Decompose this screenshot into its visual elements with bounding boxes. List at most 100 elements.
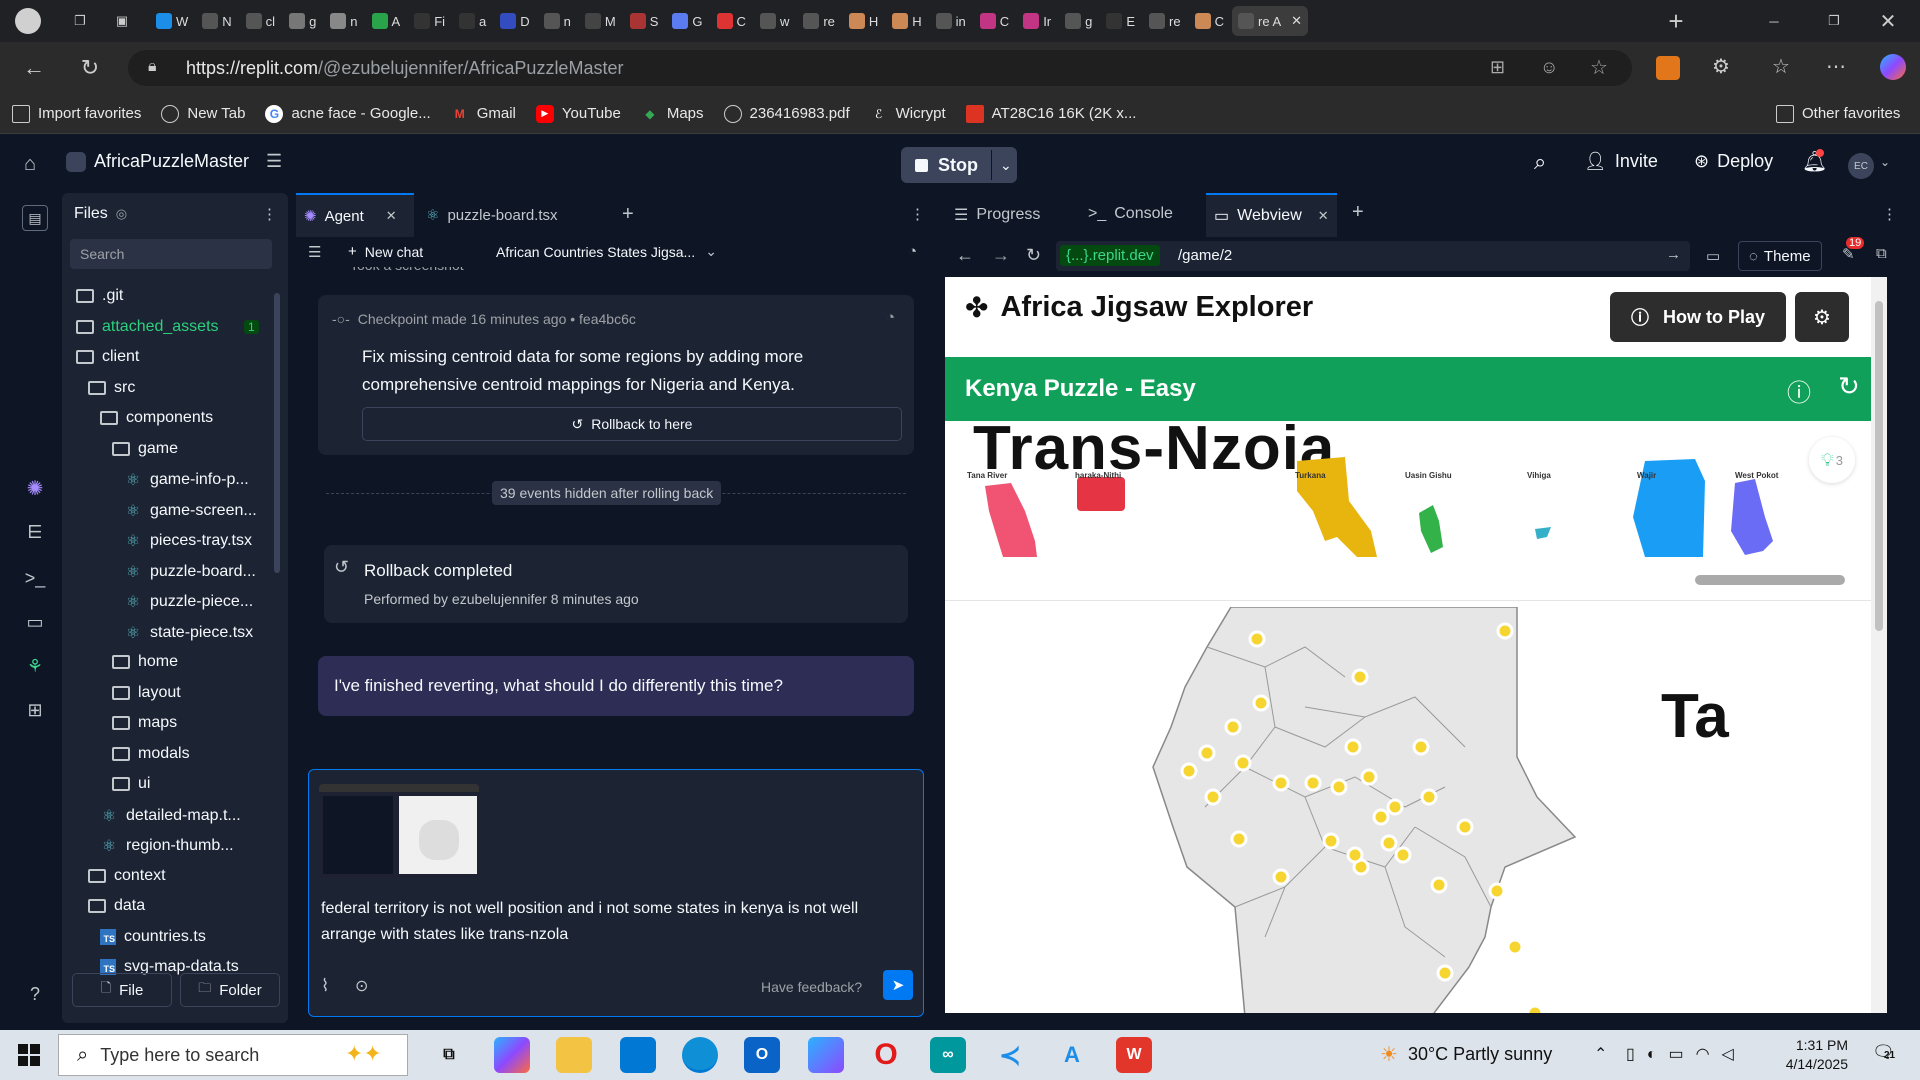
address-bar[interactable]: 🔒︎ https://replit.com/@ezubelujennifer/A… (128, 50, 1632, 86)
device-view-icon[interactable]: ▭ (1706, 247, 1720, 265)
tree-file[interactable]: ⚛ puzzle-piece... (124, 592, 253, 612)
vscode-icon[interactable]: ≺ (992, 1037, 1028, 1073)
usage-gauge-icon[interactable]: ◔ (908, 243, 917, 260)
tab-console[interactable]: >_ Console (1088, 205, 1173, 223)
county-target-dot[interactable] (1394, 846, 1412, 864)
browser-tab[interactable]: C (1189, 6, 1230, 36)
taskbar-clock[interactable]: 1:31 PM 4/14/2025 (1772, 1036, 1848, 1074)
tab-agent[interactable]: ✺ Agent ✕ (296, 193, 414, 237)
rollback-button[interactable]: ↺ Rollback to here (362, 407, 902, 441)
immersive-reader-icon[interactable]: ☺ (1540, 57, 1558, 78)
county-target-dot[interactable] (1224, 718, 1242, 736)
workspaces-icon[interactable]: ❐ (66, 7, 94, 35)
browser-tab[interactable]: E (1100, 6, 1141, 36)
metamask-icon[interactable] (1656, 56, 1680, 80)
agent-input-box[interactable]: federal territory is not well position a… (308, 769, 924, 1017)
tree-folder[interactable]: components (100, 409, 213, 427)
browser-tab[interactable]: H (843, 6, 884, 36)
browser-tab[interactable]: g (1059, 6, 1098, 36)
tree-folder[interactable]: client (76, 348, 139, 366)
tree-folder[interactable]: layout (112, 684, 181, 702)
page-scrollbar-thumb[interactable] (1875, 301, 1883, 631)
extensions-icon[interactable]: ⚙ (1712, 54, 1730, 79)
deploy-button[interactable]: ⊛ Deploy (1694, 151, 1773, 172)
windows-start-icon[interactable] (18, 1044, 40, 1066)
county-target-dot[interactable] (1386, 798, 1404, 816)
county-target-dot[interactable] (1430, 876, 1448, 894)
webview-tool-icon[interactable]: ▭ (22, 609, 48, 635)
page-scrollbar[interactable] (1871, 277, 1887, 1013)
tree-file[interactable]: ⚛ detailed-map.t... (100, 806, 241, 826)
minimize-icon[interactable]: ─ (1760, 7, 1788, 35)
county-target-dot[interactable] (1234, 754, 1252, 772)
uasin-gishu-piece[interactable] (1419, 505, 1443, 553)
tab-puzzle-board[interactable]: ⚛ puzzle-board.tsx (422, 193, 558, 237)
project-info-icon[interactable]: ☰ (266, 151, 282, 172)
favorite-star-icon[interactable]: ☆ (1590, 55, 1608, 80)
edge-icon[interactable] (682, 1037, 718, 1073)
theme-button[interactable]: ◌ Theme (1738, 241, 1822, 271)
browser-tab[interactable]: re (1143, 6, 1187, 36)
browser-tab[interactable]: n (324, 6, 363, 36)
county-target-dot[interactable] (1506, 938, 1524, 956)
new-folder-button[interactable]: 🗀︎ Folder (180, 973, 280, 1007)
county-target-dot[interactable] (1330, 778, 1348, 796)
close-tab-icon[interactable]: ✕ (386, 208, 397, 224)
county-target-dot[interactable] (1360, 768, 1378, 786)
task-view-icon[interactable]: ⧉ (431, 1037, 467, 1073)
county-target-dot[interactable] (1351, 668, 1369, 686)
county-target-dot[interactable] (1436, 964, 1454, 982)
browser-tab[interactable]: Fi (408, 6, 451, 36)
browser-tab[interactable]: w (754, 6, 795, 36)
bookmark-pdf[interactable]: 236416983.pdf (723, 104, 850, 123)
tree-file[interactable]: ⚛ game-screen... (124, 501, 257, 521)
webview-menu-icon[interactable]: ⋮ (1882, 205, 1897, 223)
weather-widget[interactable]: ☀ 30°C Partly sunny (1380, 1042, 1552, 1067)
new-chat-button[interactable]: + New chat (348, 243, 423, 260)
browser-tab[interactable]: H (886, 6, 927, 36)
help-icon[interactable]: ? (22, 981, 48, 1007)
all-tools-icon[interactable]: ⊞ (22, 697, 48, 723)
tree-folder[interactable]: attached_assets 1 (76, 318, 259, 336)
appstore-icon[interactable]: A (1054, 1037, 1090, 1073)
county-target-dot[interactable] (1526, 1004, 1544, 1013)
tree-folder[interactable]: maps (112, 714, 177, 732)
checkpoint-gauge-icon[interactable]: ◔ (886, 309, 895, 326)
tab-webview[interactable]: ▭ Webview ✕ (1206, 193, 1337, 237)
copilot-taskbar-icon[interactable] (494, 1037, 530, 1073)
search-icon[interactable]: ⌕ (1534, 149, 1546, 175)
tree-folder[interactable]: data (88, 897, 145, 915)
project-name-button[interactable]: AfricaPuzzleMaster (66, 151, 249, 172)
vihiga-piece[interactable] (1535, 527, 1551, 539)
tree-folder[interactable]: src (88, 379, 135, 397)
tree-file[interactable]: TS countries.ts (100, 928, 206, 946)
webview-url-bar[interactable]: {...}.replit.dev /game/2 → (1056, 241, 1690, 271)
console-tool-icon[interactable]: ⋿ (22, 519, 48, 545)
close-tab-icon[interactable]: ✕ (1291, 13, 1302, 29)
county-target-dot[interactable] (1272, 774, 1290, 792)
tree-folder[interactable]: context (88, 867, 166, 885)
tree-folder[interactable]: home (112, 653, 178, 671)
tree-file[interactable]: ⚛ pieces-tray.tsx (124, 531, 252, 551)
stop-button[interactable]: Stop ⌄ (901, 147, 1017, 183)
tray-overflow-icon[interactable]: ⌃ (1594, 1044, 1607, 1064)
county-target-dot[interactable] (1304, 774, 1322, 792)
reload-icon[interactable]: ↻ (76, 54, 104, 82)
bookmark-import-favorites[interactable]: Import favorites (12, 104, 141, 123)
chat-history-icon[interactable]: ☰ (308, 243, 321, 261)
split-screen-icon[interactable]: ⊞ (1490, 57, 1505, 78)
back-icon[interactable]: ← (20, 54, 48, 82)
microsoft-store-icon[interactable] (620, 1037, 656, 1073)
stop-dropdown-chevron-icon[interactable]: ⌄ (991, 150, 1012, 180)
county-target-dot[interactable] (1252, 694, 1270, 712)
tana-river-piece[interactable] (985, 483, 1037, 557)
shell-tool-icon[interactable]: >_ (22, 565, 48, 591)
bookmark-acne-face[interactable]: Gacne face - Google... (265, 104, 431, 123)
send-button[interactable]: ➤ (883, 970, 913, 1000)
county-target-dot[interactable] (1496, 622, 1514, 640)
tab-progress[interactable]: ☰ Progress (954, 205, 1040, 225)
county-target-dot[interactable] (1204, 788, 1222, 806)
avatar-chevron-icon[interactable]: ⌄ (1880, 155, 1890, 169)
county-target-dot[interactable] (1180, 762, 1198, 780)
county-target-dot[interactable] (1456, 818, 1474, 836)
